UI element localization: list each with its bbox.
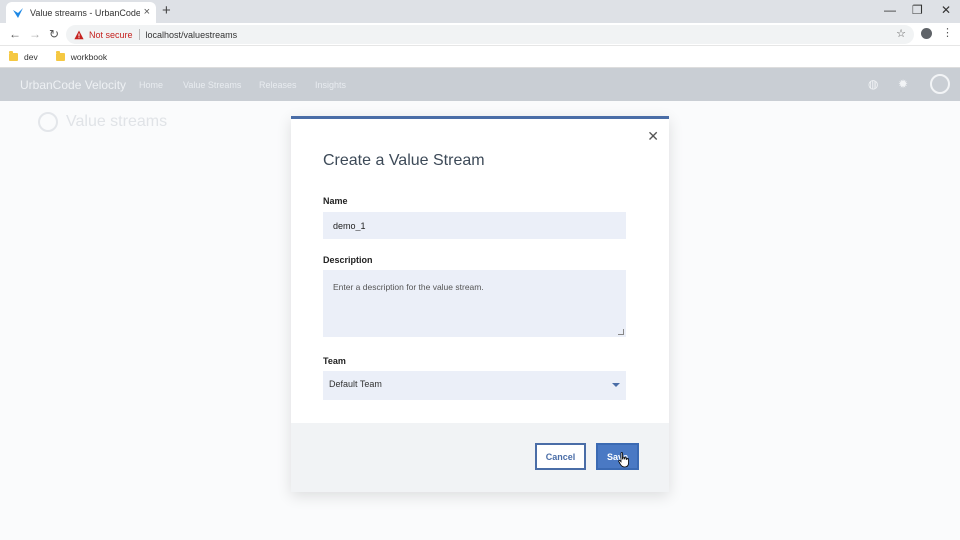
hand-cursor-icon	[618, 452, 629, 468]
warning-icon[interactable]	[74, 30, 84, 40]
bookmark-star-icon[interactable]: ☆	[896, 27, 906, 40]
value-stream-icon	[38, 112, 58, 132]
description-placeholder: Enter a description for the value stream…	[333, 282, 484, 292]
browser-menu-icon[interactable]: ⋮	[942, 27, 953, 39]
tab-title: Value streams - UrbanCode Velo	[30, 7, 140, 18]
omnibox[interactable]: Not secure localhost/valuestreams ☆	[66, 25, 914, 44]
omnibox-divider	[138, 29, 140, 40]
settings-icon[interactable]: ✹	[898, 77, 908, 91]
forward-arrow-icon[interactable]: →	[29, 27, 41, 41]
team-selected-value: Default Team	[329, 379, 382, 389]
address-toolbar: ← → ↻ Not secure localhost/valuestreams …	[0, 23, 960, 46]
close-icon[interactable]: ✕	[647, 129, 659, 143]
restore-button[interactable]: ❐	[912, 3, 923, 17]
modal-title: Create a Value Stream	[323, 152, 485, 169]
description-textarea[interactable]: Enter a description for the value stream…	[323, 270, 626, 337]
bookmark-label: dev	[24, 51, 38, 62]
velocity-favicon-icon	[12, 7, 24, 19]
name-label: Name	[323, 196, 348, 206]
new-tab-button[interactable]: +	[162, 3, 171, 19]
user-avatar[interactable]	[930, 74, 950, 94]
name-input[interactable]	[323, 212, 626, 239]
folder-icon	[55, 50, 65, 61]
brand-name[interactable]: UrbanCode Velocity	[20, 78, 126, 92]
minimize-button[interactable]: —	[884, 3, 896, 17]
page-title: Value streams	[66, 113, 168, 130]
bookmark-label: workbook	[70, 51, 108, 62]
nav-home[interactable]: Home	[139, 80, 163, 90]
chevron-down-icon	[612, 383, 620, 387]
back-arrow-icon[interactable]: ←	[9, 27, 21, 41]
nav-releases[interactable]: Releases	[259, 80, 297, 90]
url-text[interactable]: localhost/valuestreams	[146, 30, 238, 40]
nav-insights[interactable]: Insights	[315, 80, 346, 90]
tab-close-icon[interactable]: ×	[144, 7, 150, 18]
globe-icon[interactable]: ◍	[868, 77, 878, 91]
create-value-stream-modal: ✕ Create a Value Stream Name Description…	[291, 116, 669, 492]
page-header: Value streams	[38, 112, 167, 132]
not-secure-label[interactable]: Not secure	[89, 30, 133, 40]
modal-footer: Cancel Save	[291, 423, 669, 492]
browser-tab-bar: Value streams - UrbanCode Velo × + — ❐ ✕	[0, 0, 960, 23]
reload-icon[interactable]: ↻	[49, 27, 59, 41]
window-close-button[interactable]: ✕	[941, 3, 951, 17]
description-label: Description	[323, 255, 373, 265]
team-label: Team	[323, 356, 346, 366]
resize-handle-icon[interactable]	[618, 329, 624, 335]
profile-icon[interactable]	[921, 28, 932, 39]
bookmark-workbook[interactable]: workbook	[55, 50, 108, 62]
browser-tab[interactable]: Value streams - UrbanCode Velo ×	[6, 2, 156, 23]
nav-value-streams[interactable]: Value Streams	[183, 80, 241, 90]
cancel-button[interactable]: Cancel	[535, 443, 586, 470]
bookmarks-bar: dev workbook	[0, 46, 960, 68]
folder-icon	[9, 50, 18, 61]
bookmark-dev[interactable]: dev	[9, 50, 38, 62]
app-header: UrbanCode Velocity Home Value Streams Re…	[0, 68, 960, 101]
team-select[interactable]: Default Team	[323, 371, 626, 400]
